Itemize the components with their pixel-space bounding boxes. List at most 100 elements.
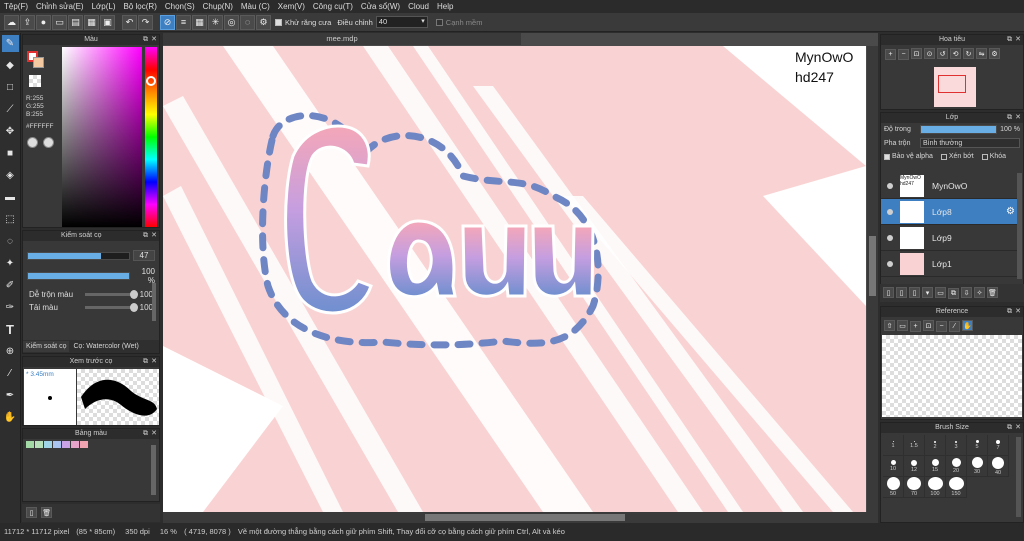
- close-icon[interactable]: ✕: [151, 231, 157, 241]
- canvas-document[interactable]: MynOwO hd247: [163, 46, 866, 512]
- brush-size-cell[interactable]: 5: [967, 435, 988, 456]
- zoom-actual-icon[interactable]: ⊙: [924, 48, 935, 59]
- brush-size-cell[interactable]: 15: [925, 456, 946, 477]
- palette-swatch[interactable]: [44, 441, 52, 448]
- menu-cloud[interactable]: Cloud: [408, 2, 429, 11]
- delete-layer-icon[interactable]: 🗑: [987, 287, 998, 298]
- select-eraser-tool-icon[interactable]: ✑: [2, 299, 19, 316]
- menu-layer[interactable]: Lớp(L): [92, 2, 116, 11]
- canvas-vertical-scrollbar[interactable]: [867, 46, 878, 512]
- brush-size-cell[interactable]: 50: [883, 477, 904, 498]
- pin-icon[interactable]: ⧉: [1007, 307, 1012, 317]
- bucket-tool-icon[interactable]: ◈: [2, 167, 19, 184]
- close-icon[interactable]: ✕: [1015, 113, 1021, 123]
- eyedropper-icon[interactable]: ⁄: [949, 320, 960, 332]
- snap-off-icon[interactable]: ⊘: [160, 14, 175, 30]
- radial-snap-icon[interactable]: ✳: [208, 14, 223, 30]
- brush-size-cell[interactable]: 20: [946, 456, 967, 477]
- rotate-left-icon[interactable]: ↺: [937, 48, 948, 59]
- layer-item-selected[interactable]: Lớp8 ⚙: [881, 199, 1019, 225]
- lock-checkbox[interactable]: [981, 153, 988, 160]
- menu-select[interactable]: Chọn(S): [165, 2, 195, 11]
- message-icon[interactable]: ▭: [52, 14, 67, 30]
- close-icon[interactable]: ✕: [1015, 307, 1021, 317]
- brush-size-value[interactable]: 47: [133, 250, 155, 261]
- layer-opacity-slider[interactable]: [920, 125, 998, 134]
- document-tab[interactable]: mee.mdp: [163, 33, 521, 45]
- delete-palette-icon[interactable]: 🗑: [41, 507, 53, 518]
- palette-swatch[interactable]: [71, 441, 79, 448]
- menu-capture[interactable]: Chụp(N): [203, 2, 233, 11]
- hand-icon[interactable]: ✋: [962, 320, 973, 331]
- grid-snap-icon[interactable]: ▦: [192, 14, 207, 30]
- visibility-icon[interactable]: [887, 234, 893, 241]
- navigator-settings-icon[interactable]: ⚙: [989, 48, 1000, 59]
- brush-size-cell[interactable]: 40: [988, 456, 1009, 477]
- menu-color[interactable]: Màu (C): [241, 2, 270, 11]
- soft-edge-checkbox[interactable]: [435, 18, 443, 26]
- navigator-viewport[interactable]: [938, 75, 966, 93]
- close-icon[interactable]: ✕: [151, 357, 157, 367]
- visibility-icon[interactable]: [887, 260, 893, 267]
- clear-layer-icon[interactable]: ✧: [974, 287, 985, 298]
- lasso-tool-icon[interactable]: ⟋: [2, 101, 19, 118]
- new-palette-icon[interactable]: ▯: [26, 507, 37, 518]
- menu-view[interactable]: Xem(V): [278, 2, 305, 11]
- layer-add-menu-icon[interactable]: ▾: [922, 287, 933, 298]
- brush-opacity-slider[interactable]: [27, 272, 130, 280]
- layer-settings-icon[interactable]: ⚙: [1006, 206, 1015, 217]
- tab-brush-control[interactable]: Kiểm soát cọ: [23, 341, 70, 352]
- zoom-fit-icon[interactable]: ⊡: [911, 48, 922, 59]
- sheet-icon[interactable]: ▤: [68, 14, 83, 30]
- upload-icon[interactable]: ⇧: [884, 320, 895, 331]
- pin-icon[interactable]: ⧉: [1007, 113, 1012, 123]
- layer-blend-select[interactable]: Bình thường: [920, 138, 1020, 148]
- layer-item[interactable]: Lớp9: [881, 225, 1019, 251]
- antialias-checkbox[interactable]: [275, 18, 282, 26]
- palette-swatch[interactable]: [80, 441, 88, 448]
- palette-swatch[interactable]: [35, 441, 43, 448]
- blend-slider[interactable]: [85, 290, 138, 299]
- lasso-select-tool-icon[interactable]: ◌: [2, 233, 19, 250]
- curve-snap-icon[interactable]: ◌: [240, 14, 255, 30]
- grid-icon[interactable]: ▦: [84, 14, 99, 30]
- pin-icon[interactable]: ⧉: [143, 231, 148, 241]
- rotate-right-icon[interactable]: ↻: [963, 48, 974, 59]
- pin-icon[interactable]: ⧉: [143, 357, 148, 367]
- zoom-in-icon[interactable]: +: [885, 48, 896, 60]
- hue-marker[interactable]: [146, 76, 156, 86]
- magic-wand-tool-icon[interactable]: ✦: [2, 255, 19, 272]
- clipping-checkbox[interactable]: [940, 153, 947, 160]
- visibility-icon[interactable]: [887, 208, 893, 215]
- zoom-out-icon[interactable]: −: [898, 48, 909, 60]
- secondary-color-swatch[interactable]: [33, 57, 44, 68]
- comment-icon[interactable]: ●: [36, 14, 51, 30]
- divide-tool-icon[interactable]: ⊕: [2, 343, 19, 360]
- snap-icon[interactable]: ▣: [100, 14, 115, 30]
- new-halftone-layer-icon[interactable]: ▯: [896, 287, 907, 298]
- export-icon[interactable]: ⇪: [20, 14, 35, 30]
- gradient-tool-icon[interactable]: ▬: [2, 189, 19, 206]
- pin-icon[interactable]: ⧉: [143, 429, 148, 439]
- pin-icon[interactable]: ⧉: [143, 35, 148, 45]
- layer-item[interactable]: MynOwO hd247 MynOwO: [881, 173, 1019, 199]
- select-pen-tool-icon[interactable]: ✐: [2, 277, 19, 294]
- settings-icon[interactable]: ⚙: [256, 14, 271, 30]
- circle-snap-icon[interactable]: ◎: [224, 14, 239, 30]
- pin-icon[interactable]: ⧉: [1007, 35, 1012, 45]
- brush-size-cell[interactable]: 30: [967, 456, 988, 477]
- move-tool-icon[interactable]: ✥: [2, 123, 19, 140]
- rotate-reset-icon[interactable]: ⟲: [950, 48, 961, 59]
- saturation-value-picker[interactable]: [62, 47, 142, 227]
- text-tool-icon[interactable]: T: [2, 321, 19, 338]
- navigator-thumbnail[interactable]: [934, 67, 976, 107]
- parallel-snap-icon[interactable]: ≡: [176, 14, 191, 30]
- undo-icon[interactable]: ↶: [122, 14, 137, 30]
- pen-tool-icon[interactable]: ✒: [2, 387, 19, 404]
- zoom-in-icon[interactable]: +: [910, 320, 921, 332]
- menu-file[interactable]: Tệp(F): [4, 2, 28, 11]
- canvas-horizontal-scrollbar[interactable]: [163, 512, 878, 523]
- menu-filter[interactable]: Bộ lọc(R): [124, 2, 157, 11]
- close-icon[interactable]: ✕: [151, 429, 157, 439]
- color-history-icon[interactable]: [43, 137, 54, 148]
